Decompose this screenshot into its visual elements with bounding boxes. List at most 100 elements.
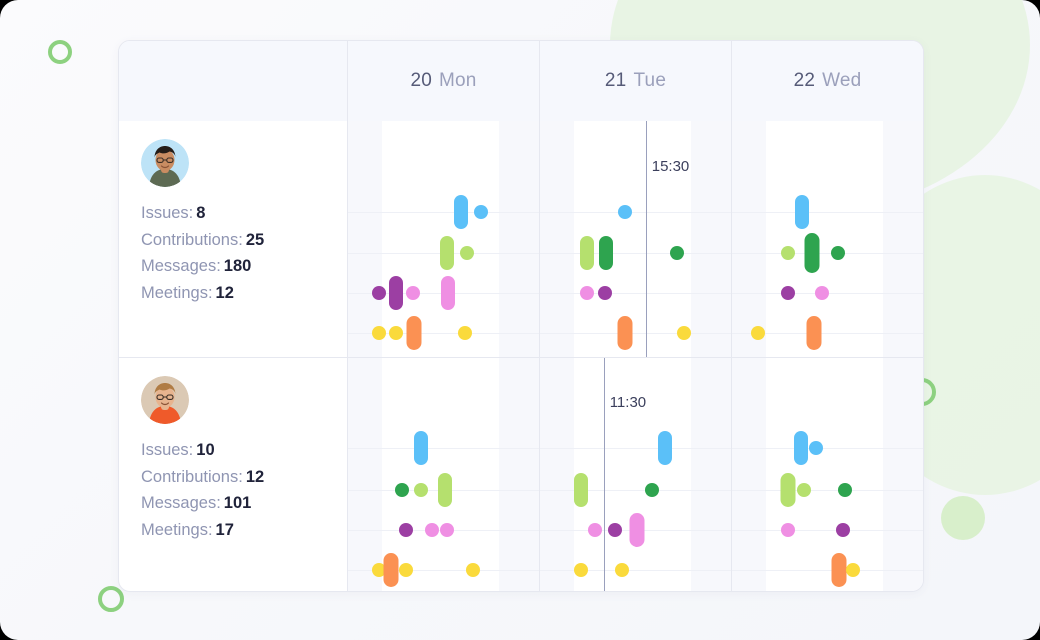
activity-marker-meetings[interactable] [388, 326, 403, 341]
current-time-label: 15:30 [651, 157, 690, 175]
activity-marker-issues[interactable] [617, 204, 632, 219]
calendar-header-row: 20 Mon 21 Tue 22 Wed [119, 41, 923, 121]
calendar-row: Issues: 8 Contributions: 25 Messages: 180 Meet… [119, 121, 923, 357]
lane-line-contributions [732, 489, 923, 491]
activity-marker-meetings[interactable] [806, 316, 822, 351]
activity-marker-issues[interactable] [453, 194, 468, 229]
activity-marker-contributions[interactable] [644, 482, 659, 497]
activity-marker-meetings[interactable] [750, 326, 765, 341]
stat-messages: Messages: 101 [141, 495, 347, 512]
header-corner-cell [119, 41, 348, 121]
activity-marker-messages[interactable] [440, 522, 455, 537]
activity-marker-contributions[interactable] [669, 246, 684, 261]
current-time-line [603, 358, 605, 591]
stat-value: 10 [196, 441, 215, 459]
activity-marker-meetings[interactable] [406, 316, 422, 351]
activity-marker-messages[interactable] [608, 522, 623, 537]
calendar-row: Issues: 10 Contributions: 12 Messages: 101 Mee… [119, 357, 923, 591]
activity-marker-meetings[interactable] [371, 326, 386, 341]
activity-marker-contributions[interactable] [395, 482, 410, 497]
activity-marker-messages[interactable] [781, 522, 796, 537]
calendar-body: Issues: 8 Contributions: 25 Messages: 180 Meet… [119, 121, 923, 591]
stat-issues: Issues: 8 [141, 205, 347, 222]
stat-label: Meetings: [141, 283, 213, 302]
activity-marker-messages[interactable] [371, 286, 386, 301]
activity-marker-contributions[interactable] [831, 246, 845, 261]
avatar-person-1[interactable] [141, 139, 189, 187]
stat-value: 101 [223, 494, 252, 512]
activity-marker-meetings[interactable] [677, 326, 692, 341]
activity-marker-issues[interactable] [658, 431, 673, 466]
activity-marker-contributions[interactable] [598, 236, 613, 271]
stat-value: 180 [223, 257, 252, 275]
activity-marker-issues[interactable] [413, 431, 428, 466]
stat-label: Messages: [141, 257, 221, 275]
person-stats-list: Issues: 8 Contributions: 25 Messages: 180 Meet… [141, 205, 347, 301]
activity-marker-contributions[interactable] [579, 236, 594, 271]
stat-value: 12 [215, 283, 234, 302]
day-cell-1[interactable]: 15:30 [540, 121, 732, 357]
day-cell-1[interactable]: 11:30 [540, 358, 732, 591]
activity-marker-messages[interactable] [441, 276, 456, 311]
activity-marker-contributions[interactable] [460, 246, 475, 261]
activity-marker-meetings[interactable] [617, 316, 633, 351]
day-header-name-2: Wed [822, 70, 862, 91]
day-cell-0[interactable] [348, 358, 540, 591]
activity-marker-issues[interactable] [793, 431, 808, 466]
day-header-name-1: Tue [633, 70, 667, 91]
activity-marker-messages[interactable] [629, 512, 645, 547]
activity-marker-meetings[interactable] [383, 552, 399, 587]
activity-marker-meetings[interactable] [457, 326, 472, 341]
activity-marker-messages[interactable] [425, 522, 440, 537]
lane-line-messages [540, 293, 731, 295]
stat-label: Messages: [141, 494, 221, 512]
day-cell-2[interactable] [732, 121, 923, 357]
activity-marker-meetings[interactable] [615, 562, 630, 577]
activity-marker-contributions[interactable] [440, 236, 455, 271]
activity-marker-meetings[interactable] [574, 562, 589, 577]
activity-marker-contributions[interactable] [804, 233, 820, 274]
lane-line-issues [540, 211, 731, 213]
activity-marker-contributions[interactable] [574, 472, 589, 507]
stat-label: Contributions: [141, 230, 243, 249]
activity-marker-contributions[interactable] [780, 472, 796, 507]
day-header-2[interactable]: 22 Wed [732, 41, 923, 121]
activity-marker-issues[interactable] [794, 194, 809, 229]
activity-marker-meetings[interactable] [831, 552, 847, 587]
lane-line-meetings [540, 569, 731, 571]
stat-contributions: Contributions: 12 [141, 467, 347, 486]
person-info-cell: Issues: 10 Contributions: 12 Messages: 101 Mee… [119, 358, 348, 591]
activity-marker-contributions[interactable] [796, 482, 811, 497]
activity-marker-meetings[interactable] [846, 562, 861, 577]
stat-issues: Issues: 10 [141, 442, 347, 459]
activity-marker-messages[interactable] [597, 286, 612, 301]
activity-marker-messages[interactable] [588, 522, 603, 537]
activity-marker-messages[interactable] [579, 286, 594, 301]
activity-marker-meetings[interactable] [466, 562, 481, 577]
activity-marker-messages[interactable] [388, 276, 403, 311]
lane-line-contributions [540, 253, 731, 255]
activity-marker-issues[interactable] [473, 204, 488, 219]
activity-marker-contributions[interactable] [438, 472, 453, 507]
activity-marker-messages[interactable] [399, 522, 414, 537]
activity-marker-messages[interactable] [405, 286, 420, 301]
stat-meetings: Meetings: 12 [141, 283, 347, 302]
activity-marker-messages[interactable] [781, 286, 796, 301]
activity-marker-messages[interactable] [814, 286, 829, 301]
day-header-0[interactable]: 20 Mon [348, 41, 540, 121]
stat-value: 12 [245, 467, 265, 486]
activity-marker-messages[interactable] [835, 522, 850, 537]
stat-meetings: Meetings: 17 [141, 520, 347, 539]
stat-label: Meetings: [141, 520, 213, 539]
activity-marker-contributions[interactable] [781, 246, 796, 261]
day-cell-2[interactable] [732, 358, 923, 591]
avatar-person-2[interactable] [141, 376, 189, 424]
app-background: 20 Mon 21 Tue 22 Wed Issues: 8 Contribut… [0, 0, 1040, 640]
activity-marker-contributions[interactable] [413, 482, 428, 497]
day-cell-0[interactable] [348, 121, 540, 357]
activity-marker-meetings[interactable] [399, 562, 414, 577]
activity-marker-issues[interactable] [809, 441, 824, 456]
activity-marker-contributions[interactable] [837, 482, 852, 497]
day-header-1[interactable]: 21 Tue [540, 41, 732, 121]
lane-line-issues [540, 448, 731, 450]
